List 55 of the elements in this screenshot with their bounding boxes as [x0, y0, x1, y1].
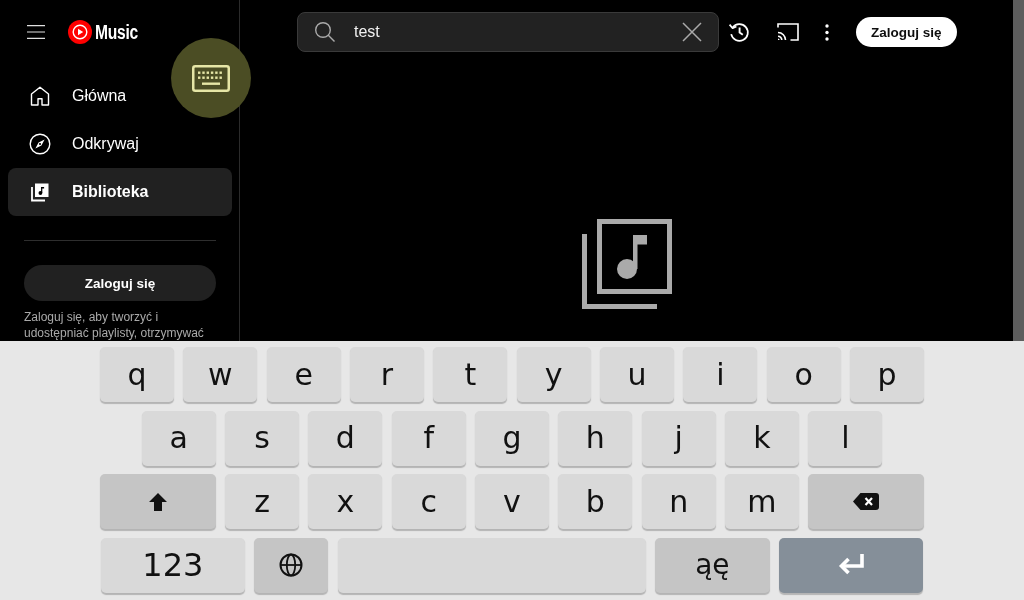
nav-item[interactable]: Główna: [8, 72, 141, 120]
keyboard-key[interactable]: n: [641, 474, 716, 530]
keyboard-key[interactable]: c: [391, 474, 466, 530]
keyboard-key[interactable]: r: [350, 347, 424, 402]
cast-icon[interactable]: [776, 21, 800, 43]
keyboard-key[interactable]: e: [266, 347, 341, 402]
keyboard-key[interactable]: o: [766, 347, 841, 402]
clear-icon[interactable]: [682, 22, 702, 42]
globe-icon: [279, 553, 304, 578]
keyboard-key[interactable]: x: [308, 474, 383, 530]
home-icon: [28, 84, 52, 108]
keyboard-key[interactable]: k: [725, 410, 799, 466]
scrollbar[interactable]: [1013, 0, 1024, 341]
keyboard-icon: [192, 64, 230, 92]
menu-icon[interactable]: [27, 25, 45, 39]
keyboard-key[interactable]: y: [516, 347, 591, 402]
symbols-key[interactable]: 123: [100, 537, 245, 593]
keyboard-key[interactable]: b: [558, 474, 633, 530]
keyboard-key[interactable]: s: [225, 410, 299, 466]
keyboard-key[interactable]: h: [558, 410, 633, 466]
keyboard-key[interactable]: i: [683, 347, 758, 402]
sign-in-button[interactable]: Zaloguj się: [856, 17, 957, 47]
more-icon[interactable]: [825, 23, 829, 41]
logo-icon[interactable]: [68, 20, 92, 44]
keyboard-key[interactable]: t: [433, 347, 508, 402]
logo-text[interactable]: Music: [95, 20, 139, 44]
keyboard-key[interactable]: w: [183, 347, 258, 402]
keyboard-key[interactable]: m: [725, 474, 799, 530]
backspace-key[interactable]: [808, 474, 925, 530]
keyboard-key[interactable]: p: [849, 347, 924, 402]
keyboard-key[interactable]: q: [100, 347, 174, 402]
keyboard-key[interactable]: u: [600, 347, 674, 402]
nav-item[interactable]: Odkrywaj: [8, 120, 153, 168]
keyboard-key[interactable]: d: [308, 410, 383, 466]
backspace-icon: [853, 493, 880, 511]
language-key[interactable]: [254, 537, 329, 593]
music-library-icon: [581, 219, 672, 309]
shift-icon: [148, 492, 167, 511]
keyboard-key[interactable]: l: [808, 410, 883, 466]
keyboard-key[interactable]: f: [391, 410, 466, 466]
sign-in-prompt: Zaloguj się, aby tworzyć i udostępniać playlisty, otrzymywać: [24, 309, 205, 341]
search-field[interactable]: test: [297, 12, 719, 52]
compass-icon: [28, 132, 52, 156]
nav-item[interactable]: Biblioteka: [8, 168, 232, 216]
keyboard-key[interactable]: v: [475, 474, 549, 530]
keyboard-key[interactable]: z: [225, 474, 299, 530]
history-icon[interactable]: [727, 20, 751, 44]
keyboard-key[interactable]: g: [475, 410, 549, 466]
keyboard-key[interactable]: a: [141, 410, 216, 466]
keyboard-key[interactable]: j: [641, 410, 716, 466]
accents-key[interactable]: ąę: [654, 537, 770, 593]
shift-key[interactable]: [99, 474, 216, 530]
sign-in-button[interactable]: Zaloguj się: [24, 265, 216, 301]
enter-key[interactable]: [779, 537, 924, 593]
search-icon: [313, 20, 337, 44]
